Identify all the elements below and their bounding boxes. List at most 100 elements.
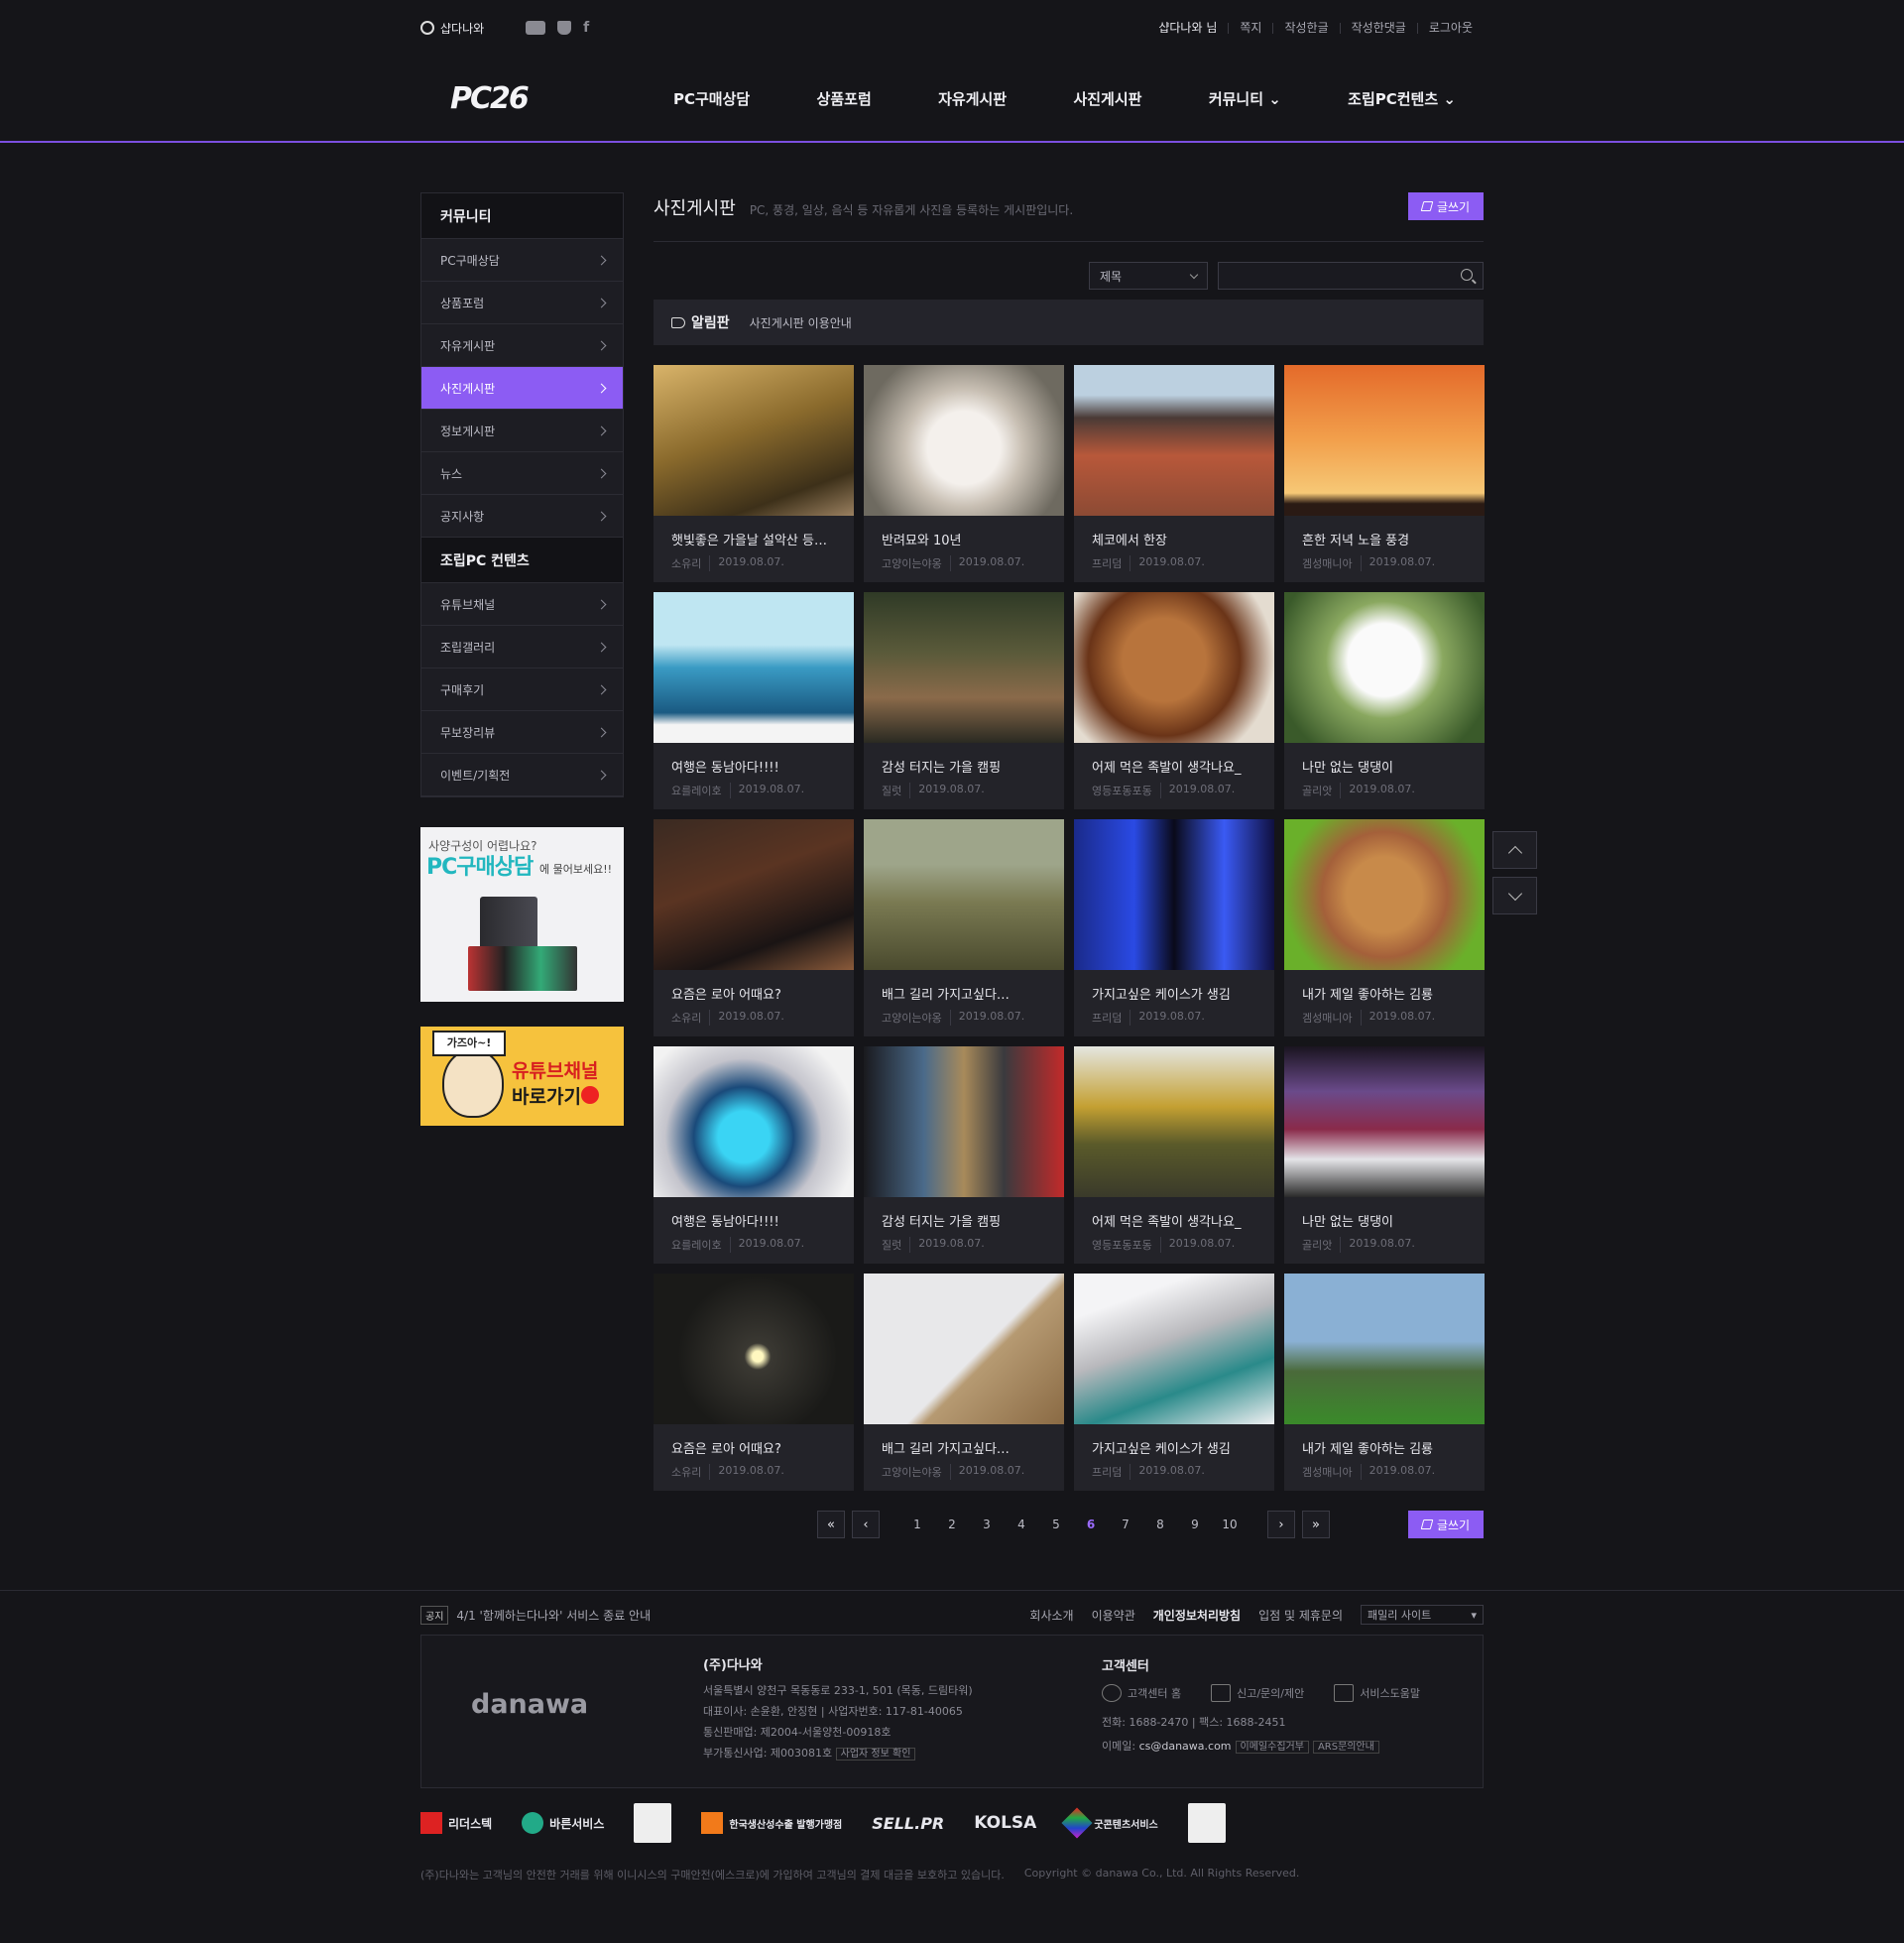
post-title[interactable]: 햇빛좋은 가을날 설악산 등…	[671, 530, 840, 548]
footer-link-about[interactable]: 회사소개	[1029, 1607, 1073, 1624]
photo-card[interactable]: 가지고싶은 케이스가 생김 프리덤 2019.08.07.	[1074, 1274, 1274, 1491]
photo-thumbnail[interactable]	[864, 365, 1064, 516]
help-link[interactable]: 서비스도움말	[1334, 1684, 1420, 1702]
page-number[interactable]: 5	[1042, 1518, 1070, 1531]
cs-home-link[interactable]: 고객센터 홈	[1102, 1684, 1181, 1702]
photo-card[interactable]: 감성 터지는 가을 캠핑 질럿 2019.08.07.	[864, 592, 1064, 809]
sidebar-item[interactable]: 상품포럼	[421, 282, 623, 324]
post-title[interactable]: 내가 제일 좋아하는 김룡	[1302, 1438, 1471, 1457]
sidebar-item[interactable]: 조립갤러리	[421, 626, 623, 668]
photo-thumbnail[interactable]	[864, 592, 1064, 743]
photo-thumbnail[interactable]	[864, 1274, 1064, 1424]
notice-text[interactable]: 사진게시판 이용안내	[750, 314, 852, 331]
sidebar-item[interactable]: 무보장리뷰	[421, 711, 623, 754]
user-name[interactable]: 샵다나와 님	[1147, 22, 1228, 34]
post-title[interactable]: 나만 없는 댕댕이	[1302, 1211, 1471, 1230]
post-title[interactable]: 감성 터지는 가을 캠핑	[882, 757, 1050, 776]
write-button-bottom[interactable]: 글쓰기	[1408, 1511, 1484, 1538]
post-title[interactable]: 여행은 동남아다!!!!	[671, 1211, 840, 1230]
post-title[interactable]: 나만 없는 댕댕이	[1302, 757, 1471, 776]
photo-card[interactable]: 나만 없는 댕댕이 골리앗 2019.08.07.	[1284, 1046, 1485, 1264]
post-title[interactable]: 배그 길리 가지고싶다…	[882, 984, 1050, 1003]
sidebar-item[interactable]: 이벤트/기획전	[421, 754, 623, 796]
photo-thumbnail[interactable]	[1074, 819, 1274, 970]
footer-link-partnership[interactable]: 입점 및 제휴문의	[1258, 1607, 1343, 1624]
footer-link-privacy[interactable]: 개인정보처리방침	[1153, 1607, 1241, 1624]
page-number[interactable]: 2	[938, 1518, 966, 1531]
post-title[interactable]: 여행은 동남아다!!!!	[671, 757, 840, 776]
my-posts-link[interactable]: 작성한글	[1272, 22, 1339, 34]
biz-info-button[interactable]: 사업자 정보 확인	[835, 1748, 916, 1761]
photo-card[interactable]: 요즘은 로아 어때요? 소유리 2019.08.07.	[654, 819, 854, 1036]
my-comments-link[interactable]: 작성한댓글	[1339, 22, 1417, 34]
ars-button[interactable]: ARS문의안내	[1312, 1741, 1379, 1754]
page-number[interactable]: 1	[903, 1518, 931, 1531]
logout-link[interactable]: 로그아웃	[1416, 22, 1484, 34]
sidebar-item[interactable]: 정보게시판	[421, 410, 623, 452]
post-title[interactable]: 내가 제일 좋아하는 김룡	[1302, 984, 1471, 1003]
photo-card[interactable]: 가지고싶은 케이스가 생김 프리덤 2019.08.07.	[1074, 819, 1274, 1036]
photo-card[interactable]: 여행은 동남아다!!!! 요를레이호 2019.08.07.	[654, 592, 854, 809]
facebook-icon[interactable]: f	[583, 21, 591, 35]
post-title[interactable]: 요즘은 로아 어때요?	[671, 1438, 840, 1457]
photo-card[interactable]: 체코에서 한장 프리덤 2019.08.07.	[1074, 365, 1274, 582]
youtube-channel-banner[interactable]: 가즈아~! 유튜브채널 바로가기	[420, 1027, 624, 1126]
post-title[interactable]: 요즘은 로아 어때요?	[671, 984, 840, 1003]
post-title[interactable]: 반려묘와 10년	[882, 530, 1050, 548]
scroll-top-button[interactable]	[1492, 831, 1537, 869]
photo-card[interactable]: 어제 먹은 족발이 생각나요_ 영등포동포동 2019.08.07.	[1074, 592, 1274, 809]
photo-thumbnail[interactable]	[1074, 1274, 1274, 1424]
nav-free-board[interactable]: 자유게시판	[938, 88, 1007, 109]
post-title[interactable]: 배그 길리 가지고싶다…	[882, 1438, 1050, 1457]
inipay-logo[interactable]	[1187, 1803, 1226, 1843]
sidebar-item[interactable]: 유튜브채널	[421, 583, 623, 626]
page-number[interactable]: 4	[1008, 1518, 1035, 1531]
photo-thumbnail[interactable]	[1284, 1046, 1485, 1197]
footer-notice[interactable]: 4/1 '함께하는다나와' 서비스 종료 안내	[456, 1607, 651, 1624]
photo-card[interactable]: 흔한 저녁 노을 풍경 겜성매니아 2019.08.07.	[1284, 365, 1485, 582]
photo-thumbnail[interactable]	[654, 592, 854, 743]
photo-thumbnail[interactable]	[864, 1046, 1064, 1197]
photo-thumbnail[interactable]	[1074, 592, 1274, 743]
photo-thumbnail[interactable]	[1284, 365, 1485, 516]
cs-email[interactable]: cs@danawa.com	[1139, 1740, 1232, 1753]
photo-card[interactable]: 햇빛좋은 가을날 설악산 등… 소유리 2019.08.07.	[654, 365, 854, 582]
pc-consult-banner[interactable]: 사양구성이 어렵나요? PC구매상담 에 물어보세요!!	[420, 827, 624, 1002]
photo-thumbnail[interactable]	[1284, 819, 1485, 970]
photo-card[interactable]: 내가 제일 좋아하는 김룡 겜성매니아 2019.08.07.	[1284, 819, 1485, 1036]
notice-bar[interactable]: 알림판 사진게시판 이용안내	[654, 300, 1484, 345]
youtube-icon[interactable]	[526, 21, 546, 35]
message-link[interactable]: 쪽지	[1228, 22, 1272, 34]
photo-thumbnail[interactable]	[654, 365, 854, 516]
sidebar-item[interactable]: 뉴스	[421, 452, 623, 495]
last-page-button[interactable]: »	[1302, 1511, 1330, 1538]
photo-thumbnail[interactable]	[654, 1046, 854, 1197]
site-logo[interactable]: PC26	[420, 81, 673, 116]
photo-thumbnail[interactable]	[864, 819, 1064, 970]
photo-card[interactable]: 배그 길리 가지고싶다… 고양이는야옹 2019.08.07.	[864, 819, 1064, 1036]
prev-page-button[interactable]: ‹	[852, 1511, 880, 1538]
photo-card[interactable]: 내가 제일 좋아하는 김룡 겜성매니아 2019.08.07.	[1284, 1274, 1485, 1491]
family-site-select[interactable]: 패밀리 사이트 ▾	[1361, 1605, 1484, 1625]
post-title[interactable]: 가지고싶은 케이스가 생김	[1092, 1438, 1260, 1457]
photo-thumbnail[interactable]	[1284, 1274, 1485, 1424]
nav-community[interactable]: 커뮤니티 ⌄	[1209, 88, 1281, 109]
photo-card[interactable]: 배그 길리 가지고싶다… 고양이는야옹 2019.08.07.	[864, 1274, 1064, 1491]
shop-danawa-link[interactable]: 샵다나와	[420, 20, 484, 37]
next-page-button[interactable]: ›	[1267, 1511, 1295, 1538]
photo-card[interactable]: 어제 먹은 족발이 생각나요_ 영등포동포동 2019.08.07.	[1074, 1046, 1274, 1264]
photo-thumbnail[interactable]	[1074, 1046, 1274, 1197]
write-button[interactable]: 글쓰기	[1408, 192, 1484, 220]
search-icon[interactable]	[1461, 269, 1473, 281]
escrow-inipay-logo[interactable]	[634, 1803, 672, 1843]
nav-photo-board[interactable]: 사진게시판	[1073, 88, 1141, 109]
search-type-select[interactable]: 제목	[1089, 262, 1208, 290]
photo-card[interactable]: 감성 터지는 가을 캠핑 질럿 2019.08.07.	[864, 1046, 1064, 1264]
post-title[interactable]: 어제 먹은 족발이 생각나요_	[1092, 1211, 1260, 1230]
page-number[interactable]: 6	[1077, 1518, 1105, 1531]
sidebar-item[interactable]: 구매후기	[421, 668, 623, 711]
nav-pc-consult[interactable]: PC구매상담	[673, 88, 750, 109]
sidebar-item[interactable]: 자유게시판	[421, 324, 623, 367]
footer-link-terms[interactable]: 이용약관	[1092, 1607, 1135, 1624]
post-title[interactable]: 흔한 저녁 노을 풍경	[1302, 530, 1471, 548]
